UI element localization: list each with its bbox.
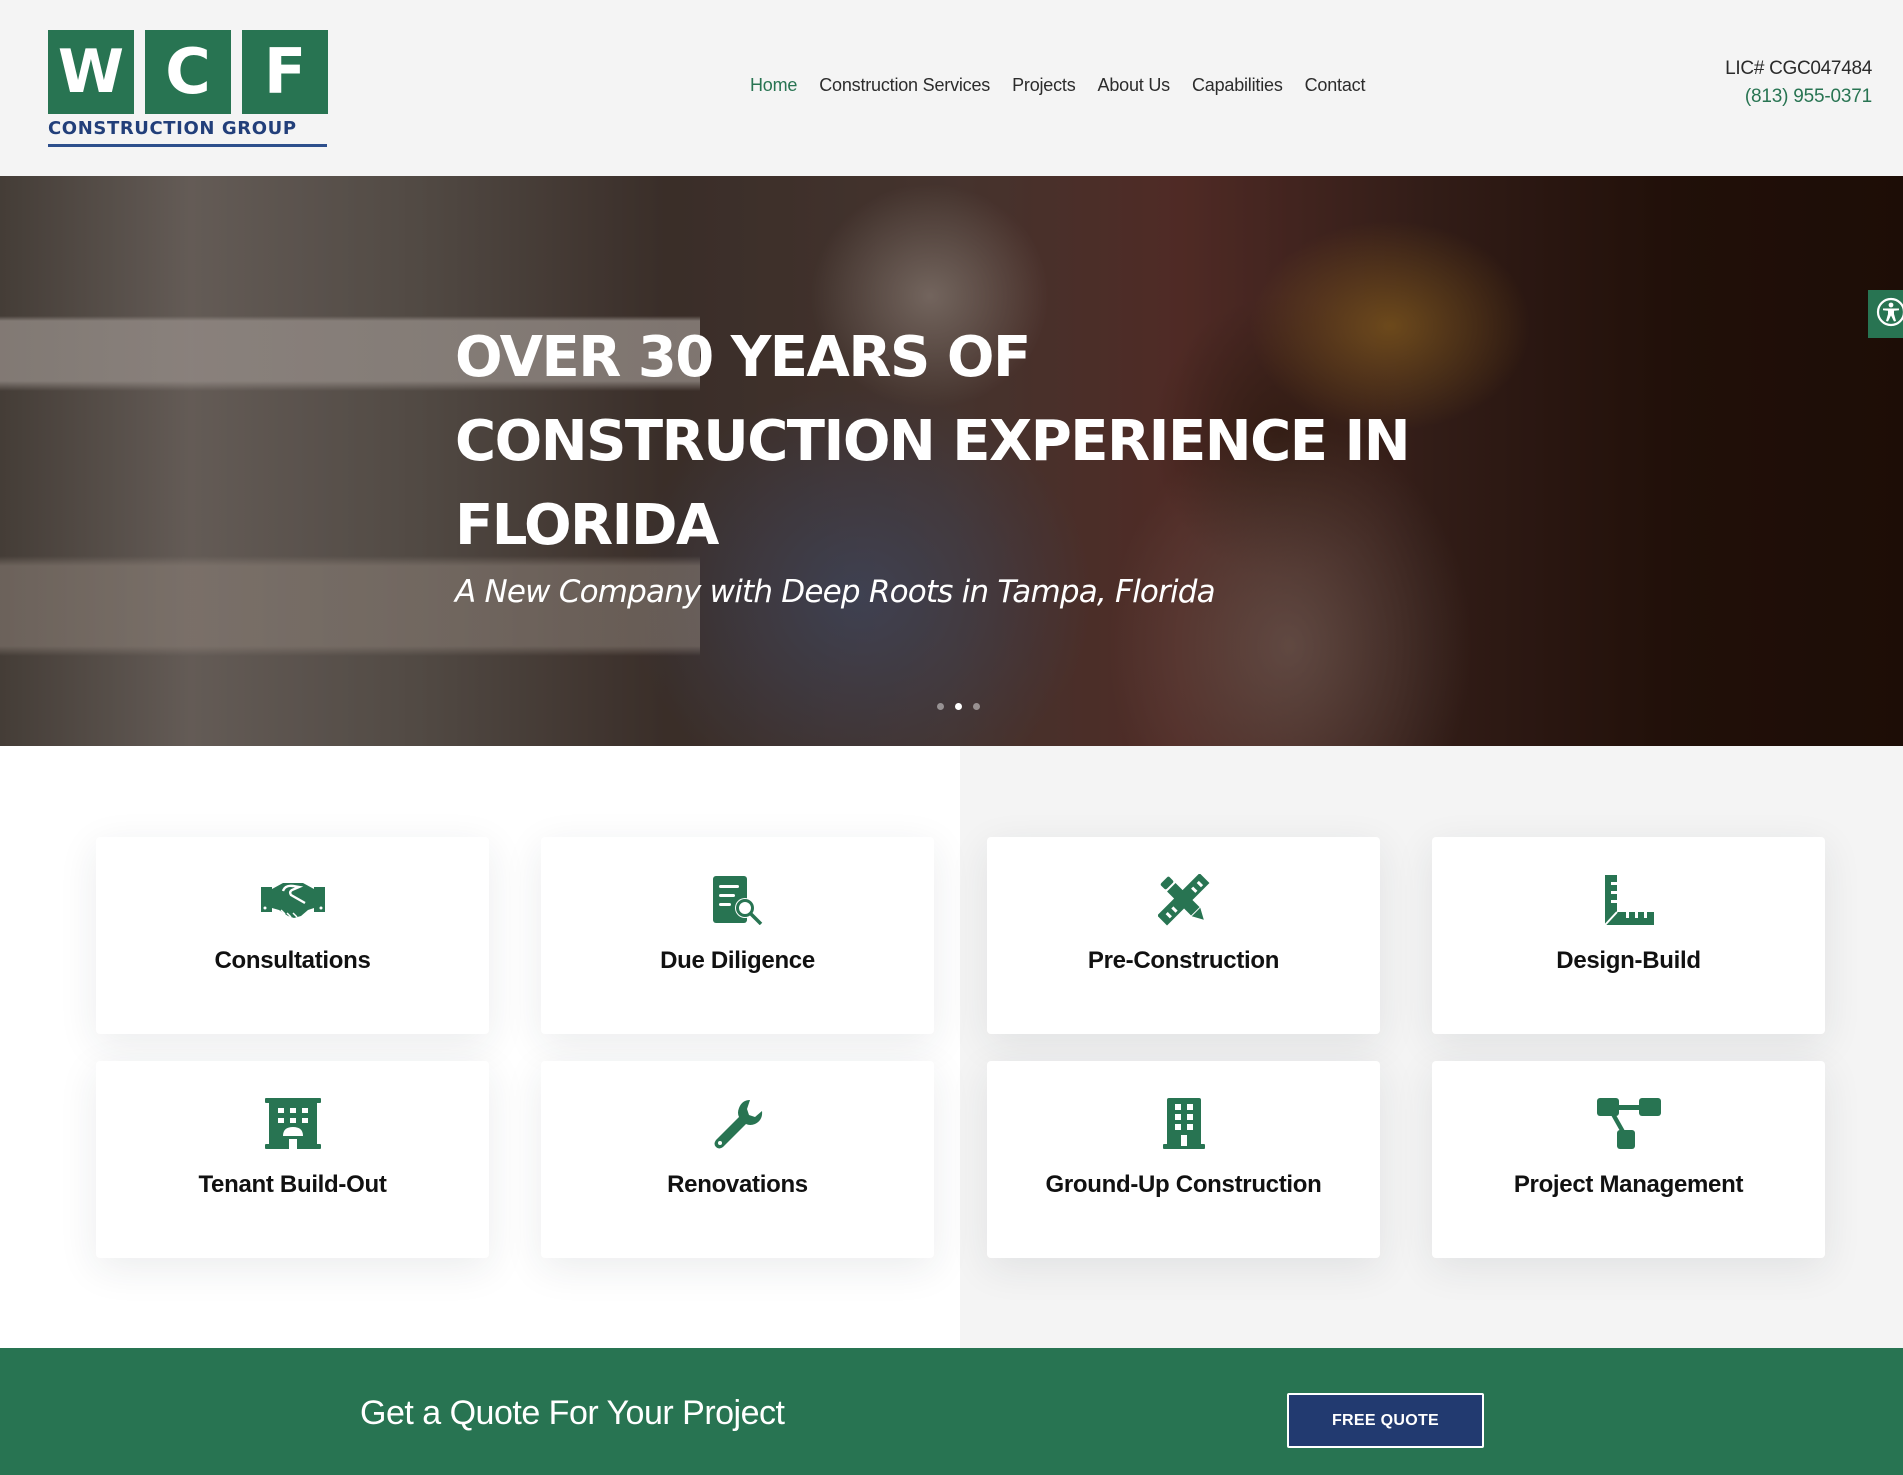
cta-text: Get a Quote For Your Project <box>360 1394 785 1432</box>
hero-title-line: OVER 30 YEARS OF <box>455 325 1031 390</box>
main-nav: Home Construction Services Projects Abou… <box>750 75 1365 96</box>
logo-subtitle: CONSTRUCTION GROUP <box>48 118 297 139</box>
nav-item-home[interactable]: Home <box>750 75 797 96</box>
pencil-ruler-icon <box>1157 874 1210 926</box>
service-card-pre-construction[interactable]: Pre-Construction <box>987 837 1380 1034</box>
phone-link[interactable]: (813) 955-0371 <box>1725 86 1872 108</box>
hero-subtitle: A New Company with Deep Roots in Tampa, … <box>455 574 1216 610</box>
header-contact: LIC# CGC047484 (813) 955-0371 <box>1725 58 1872 108</box>
services-section: Consultations Due Diligence Pre-Construc… <box>0 746 1903 1348</box>
hero-title: OVER 30 YEARS OF CONSTRUCTION EXPERIENCE… <box>455 316 1415 568</box>
logo-underline <box>48 144 327 147</box>
logo-letter-w: W <box>48 30 134 114</box>
sitemap-icon <box>1596 1098 1661 1150</box>
site-header: W C F CONSTRUCTION GROUP Home Constructi… <box>0 0 1903 176</box>
ruler-combined-icon <box>1603 874 1655 926</box>
handshake-icon <box>260 874 325 926</box>
nav-item-projects[interactable]: Projects <box>1012 75 1076 96</box>
hero-title-line: FLORIDA <box>455 493 719 558</box>
service-label: Tenant Build-Out <box>198 1171 387 1198</box>
building-icon <box>1162 1098 1205 1150</box>
quote-cta-banner: Get a Quote For Your Project FREE QUOTE <box>0 1348 1903 1475</box>
wrench-icon <box>712 1098 764 1150</box>
nav-item-contact[interactable]: Contact <box>1305 75 1366 96</box>
service-card-due-diligence[interactable]: Due Diligence <box>541 837 934 1034</box>
hero-title-line: CONSTRUCTION EXPERIENCE IN <box>455 409 1411 474</box>
slider-dot-1[interactable] <box>937 703 944 710</box>
hotel-building-icon <box>264 1098 321 1150</box>
logo-letter-c: C <box>145 30 231 114</box>
service-card-consultations[interactable]: Consultations <box>96 837 489 1034</box>
service-label: Project Management <box>1513 1171 1744 1198</box>
service-label: Design-Build <box>1556 947 1701 974</box>
service-label: Ground-Up Construction <box>1045 1171 1322 1198</box>
slider-dot-2[interactable] <box>955 703 962 710</box>
nav-item-construction-services[interactable]: Construction Services <box>819 75 990 96</box>
slider-dots <box>937 703 980 710</box>
accessibility-icon <box>1876 297 1903 332</box>
service-label: Consultations <box>214 947 371 974</box>
hero-content: OVER 30 YEARS OF CONSTRUCTION EXPERIENCE… <box>455 316 1415 610</box>
accessibility-button[interactable] <box>1868 290 1903 338</box>
logo-letter-f: F <box>242 30 328 114</box>
document-search-icon <box>712 874 764 926</box>
service-label: Pre-Construction <box>1087 947 1280 974</box>
license-number: LIC# CGC047484 <box>1725 58 1872 79</box>
service-card-ground-up-construction[interactable]: Ground-Up Construction <box>987 1061 1380 1258</box>
free-quote-button[interactable]: FREE QUOTE <box>1287 1393 1484 1448</box>
slider-dot-3[interactable] <box>973 703 980 710</box>
service-card-tenant-build-out[interactable]: Tenant Build-Out <box>96 1061 489 1258</box>
company-logo[interactable]: W C F CONSTRUCTION GROUP <box>48 30 328 148</box>
service-label: Renovations <box>667 1171 808 1198</box>
nav-item-capabilities[interactable]: Capabilities <box>1192 75 1283 96</box>
service-card-design-build[interactable]: Design-Build <box>1432 837 1825 1034</box>
service-label: Due Diligence <box>660 947 815 974</box>
service-card-project-management[interactable]: Project Management <box>1432 1061 1825 1258</box>
nav-item-about-us[interactable]: About Us <box>1098 75 1171 96</box>
hero-slider: OVER 30 YEARS OF CONSTRUCTION EXPERIENCE… <box>0 176 1903 746</box>
service-card-renovations[interactable]: Renovations <box>541 1061 934 1258</box>
